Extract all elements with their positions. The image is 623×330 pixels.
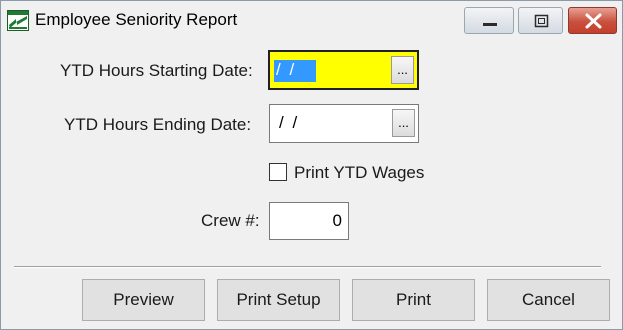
close-icon <box>585 13 602 29</box>
print-ytd-wages-label[interactable]: Print YTD Wages <box>294 163 424 183</box>
cancel-button[interactable]: Cancel <box>487 279 610 321</box>
end-date-picker-button[interactable]: ... <box>392 109 415 137</box>
start-date-picker-button[interactable]: ... <box>391 56 414 84</box>
maximize-icon <box>534 14 549 28</box>
crew-label: Crew #: <box>201 211 260 230</box>
start-date-label: YTD Hours Starting Date: <box>60 61 253 80</box>
window-title: Employee Seniority Report <box>35 10 238 29</box>
preview-button[interactable]: Preview <box>82 279 205 321</box>
print-button[interactable]: Print <box>352 279 475 321</box>
close-button[interactable] <box>568 7 617 34</box>
crew-value: 0 <box>332 211 342 230</box>
maximize-button[interactable] <box>518 7 563 34</box>
report-app-icon <box>7 10 29 31</box>
end-date-value: / / <box>279 113 300 132</box>
minimize-button[interactable] <box>464 7 514 34</box>
crew-input[interactable]: 0 <box>269 202 349 240</box>
separator <box>14 266 601 268</box>
print-ytd-wages-checkbox[interactable] <box>269 163 287 181</box>
report-window: Employee Seniority Report YTD Hours Star… <box>0 0 623 330</box>
print-setup-button[interactable]: Print Setup <box>217 279 340 321</box>
minimize-icon <box>483 23 497 26</box>
start-date-value: / / <box>274 60 316 82</box>
title-bar[interactable]: Employee Seniority Report <box>1 1 622 41</box>
end-date-label: YTD Hours Ending Date: <box>64 115 252 134</box>
